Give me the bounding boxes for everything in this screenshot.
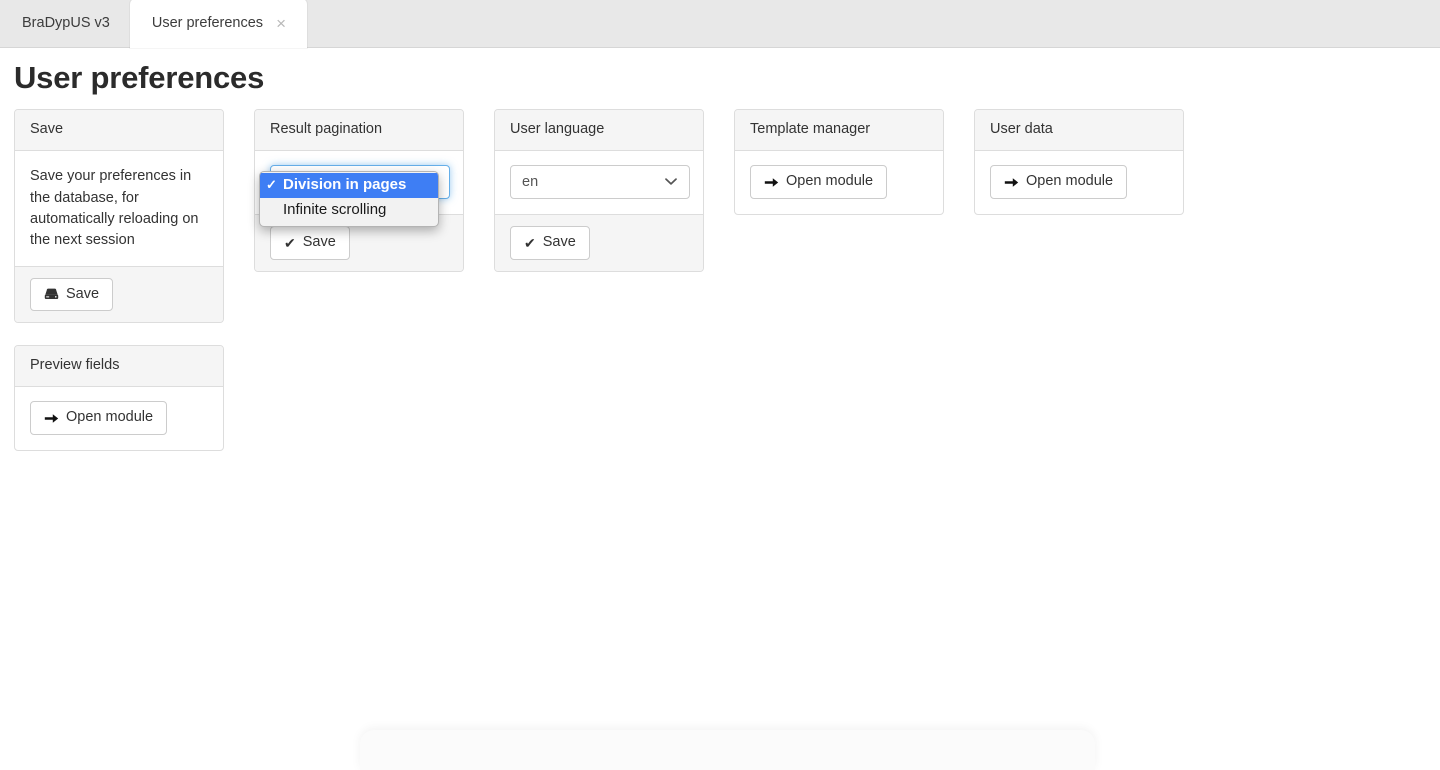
template-manager-open-module-button[interactable]: Open module	[750, 165, 888, 199]
panel-user-language-heading: User language	[495, 110, 703, 152]
panel-preview-fields-heading: Preview fields	[15, 345, 223, 388]
pagination-dropdown-menu[interactable]: ✓ Division in pages Infinite scrolling	[259, 171, 439, 227]
result-pagination-save-label: Save	[302, 234, 336, 251]
panel-save-heading: Save	[15, 110, 223, 152]
panel-user-data: User data Open module	[974, 109, 1184, 215]
browser-tab-bar: BraDypUS v3 User preferences ×	[0, 0, 1440, 48]
panel-user-data-body: Open module	[975, 151, 1183, 213]
user-language-save-button[interactable]: ✔ Save	[510, 226, 590, 260]
pagination-dropdown-option-0-label: Division in pages	[283, 176, 407, 194]
preview-fields-open-module-label: Open module	[66, 409, 154, 426]
pagination-dropdown-option-infinite-scrolling[interactable]: Infinite scrolling	[260, 198, 438, 223]
tab-user-preferences[interactable]: User preferences ×	[129, 0, 308, 48]
column-left: Save Save your preferences in the databa…	[14, 109, 224, 451]
column-user-data: User data Open module	[974, 109, 1184, 215]
panel-save-footer: Save	[15, 265, 223, 322]
panel-template-manager: Template manager Open module	[734, 109, 944, 215]
save-preferences-button-label: Save	[66, 285, 100, 302]
panel-user-data-heading: User data	[975, 110, 1183, 152]
panel-save: Save Save your preferences in the databa…	[14, 109, 224, 323]
close-icon[interactable]: ×	[273, 15, 289, 32]
pagination-dropdown-option-division-in-pages[interactable]: ✓ Division in pages	[260, 173, 438, 198]
preview-fields-open-module-button[interactable]: Open module	[30, 401, 168, 435]
save-preferences-button[interactable]: Save	[30, 277, 114, 311]
arrow-right-icon	[44, 412, 59, 425]
panel-user-language: User language en ✔ Save	[494, 109, 704, 272]
arrow-right-icon	[1004, 176, 1019, 189]
page-title: User preferences	[14, 60, 265, 95]
preferences-panels: Save Save your preferences in the databa…	[0, 109, 1440, 451]
check-icon: ✔	[284, 234, 296, 251]
result-pagination-save-button[interactable]: ✔ Save	[270, 226, 350, 260]
panel-template-manager-heading: Template manager	[735, 110, 943, 152]
check-mark-icon: ✓	[266, 177, 277, 193]
panel-preview-fields: Preview fields Open module	[14, 344, 224, 451]
tab-bradypus-label: BraDypUS v3	[22, 14, 110, 31]
tab-user-preferences-label: User preferences	[151, 15, 264, 32]
panel-save-body: Save your preferences in the database, f…	[15, 151, 223, 265]
panel-result-pagination-heading: Result pagination	[255, 110, 463, 152]
panel-preview-fields-body: Open module	[15, 387, 223, 449]
language-select-wrapper: en	[510, 165, 690, 200]
language-select[interactable]: en	[510, 165, 690, 200]
template-manager-open-module-label: Open module	[786, 173, 874, 190]
arrow-right-icon	[764, 176, 779, 189]
panel-user-language-footer: ✔ Save	[495, 214, 703, 271]
user-data-open-module-label: Open module	[1026, 173, 1114, 190]
user-language-save-label: Save	[542, 234, 576, 251]
hard-drive-save-icon	[44, 287, 59, 301]
pagination-dropdown-option-1-label: Infinite scrolling	[283, 200, 387, 218]
column-template-manager: Template manager Open module	[734, 109, 944, 215]
panel-save-description: Save your preferences in the database, f…	[30, 168, 199, 248]
user-data-open-module-button[interactable]: Open module	[990, 165, 1128, 199]
check-icon: ✔	[524, 234, 536, 251]
column-user-language: User language en ✔ Save	[494, 109, 704, 272]
panel-user-language-body: en	[495, 151, 703, 214]
panels-row: Save Save your preferences in the databa…	[14, 109, 1426, 451]
panel-template-manager-body: Open module	[735, 151, 943, 213]
tab-bradypus-v3[interactable]: BraDypUS v3	[0, 0, 130, 47]
column-result-pagination: Result pagination Division in pages Infi…	[254, 109, 464, 272]
bottom-panel-shadow	[360, 730, 1095, 770]
